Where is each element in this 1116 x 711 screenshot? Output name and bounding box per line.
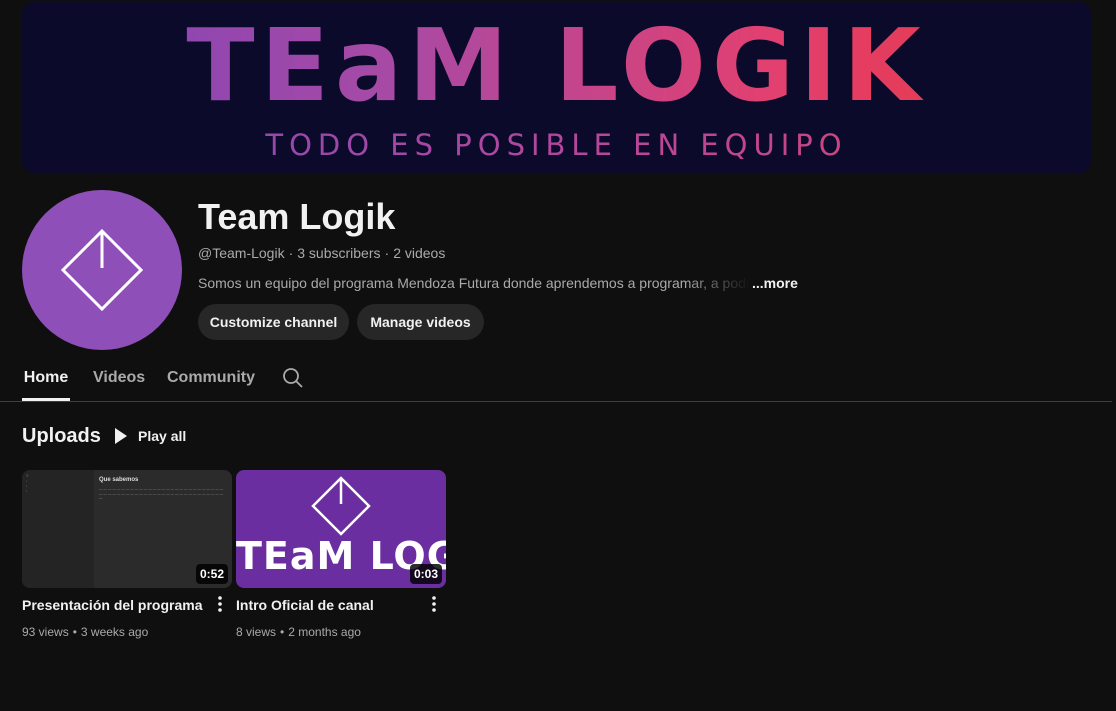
more-vert-icon[interactable] — [212, 594, 228, 614]
play-icon — [115, 428, 127, 444]
channel-description-row[interactable]: Somos un equipo del programa Mendoza Fut… — [198, 275, 798, 291]
video-title[interactable]: Intro Oficial de canal — [236, 596, 374, 614]
view-count: 93 views — [22, 625, 69, 639]
video-duration: 0:03 — [409, 564, 442, 584]
tab-community[interactable]: Community — [167, 360, 255, 398]
uploads-heading: Uploads — [22, 425, 101, 447]
play-all-button[interactable]: Play all — [114, 420, 186, 452]
diamond-logo-icon — [311, 476, 371, 536]
meta-separator: · — [384, 245, 390, 261]
video-stats: 93 views • 3 weeks ago — [22, 625, 148, 639]
customize-channel-button[interactable]: Customize channel — [198, 304, 349, 340]
channel-handle: @Team-Logik — [198, 245, 285, 261]
thumbnail-sidebar — [22, 470, 94, 588]
video-duration: 0:52 — [195, 564, 228, 584]
video-count: 2 videos — [393, 245, 446, 261]
play-all-label: Play all — [138, 428, 187, 444]
channel-tabs: Home Videos Community — [0, 360, 1112, 402]
more-vert-icon[interactable] — [426, 594, 442, 614]
channel-banner: TEaM LOGIK TODO ES POSIBLE EN EQUIPO — [22, 2, 1091, 173]
view-count: 8 views — [236, 625, 277, 639]
thumbnail-body-text: — — — — — — — — — — — — — — — — — — — — … — [99, 487, 224, 500]
channel-meta: @Team-Logik · 3 subscribers · 2 videos — [198, 245, 445, 261]
banner-title: TEaM LOGIK — [22, 14, 1091, 118]
diamond-logo-icon — [60, 228, 144, 312]
tab-home[interactable]: Home — [22, 360, 70, 401]
channel-description: Somos un equipo del programa Mendoza Fut… — [198, 275, 750, 291]
video-card: ☰ ▪ ▪ ▪ Que sabemos — — — — — — — — — — — —… — [22, 470, 232, 639]
video-title[interactable]: Presentación del programa — [22, 596, 203, 614]
stats-separator: • — [280, 625, 285, 639]
channel-name: Team Logik — [198, 196, 396, 237]
thumbnail-nav: ☰ ▪ ▪ ▪ — [26, 474, 29, 493]
video-thumbnail[interactable]: ☰ ▪ ▪ ▪ Que sabemos — — — — — — — — — — — —… — [22, 470, 232, 588]
subscriber-count: 3 subscribers — [297, 245, 381, 261]
meta-separator: · — [288, 245, 294, 261]
more-link[interactable]: ...more — [752, 275, 798, 291]
video-card: TEaM LOGIK 0:03 Intro Oficial de canal 8… — [236, 470, 446, 639]
tab-videos[interactable]: Videos — [93, 360, 145, 398]
upload-age: 3 weeks ago — [80, 625, 149, 639]
upload-age: 2 months ago — [288, 625, 361, 639]
manage-videos-button[interactable]: Manage videos — [357, 304, 484, 340]
stats-separator: • — [72, 625, 77, 639]
thumbnail-heading: Que sabemos — [99, 477, 139, 483]
video-stats: 8 views • 2 months ago — [236, 625, 361, 639]
avatar[interactable] — [22, 190, 182, 350]
video-thumbnail[interactable]: TEaM LOGIK 0:03 — [236, 470, 446, 588]
search-icon[interactable] — [282, 366, 304, 390]
banner-tagline: TODO ES POSIBLE EN EQUIPO — [22, 128, 1091, 162]
